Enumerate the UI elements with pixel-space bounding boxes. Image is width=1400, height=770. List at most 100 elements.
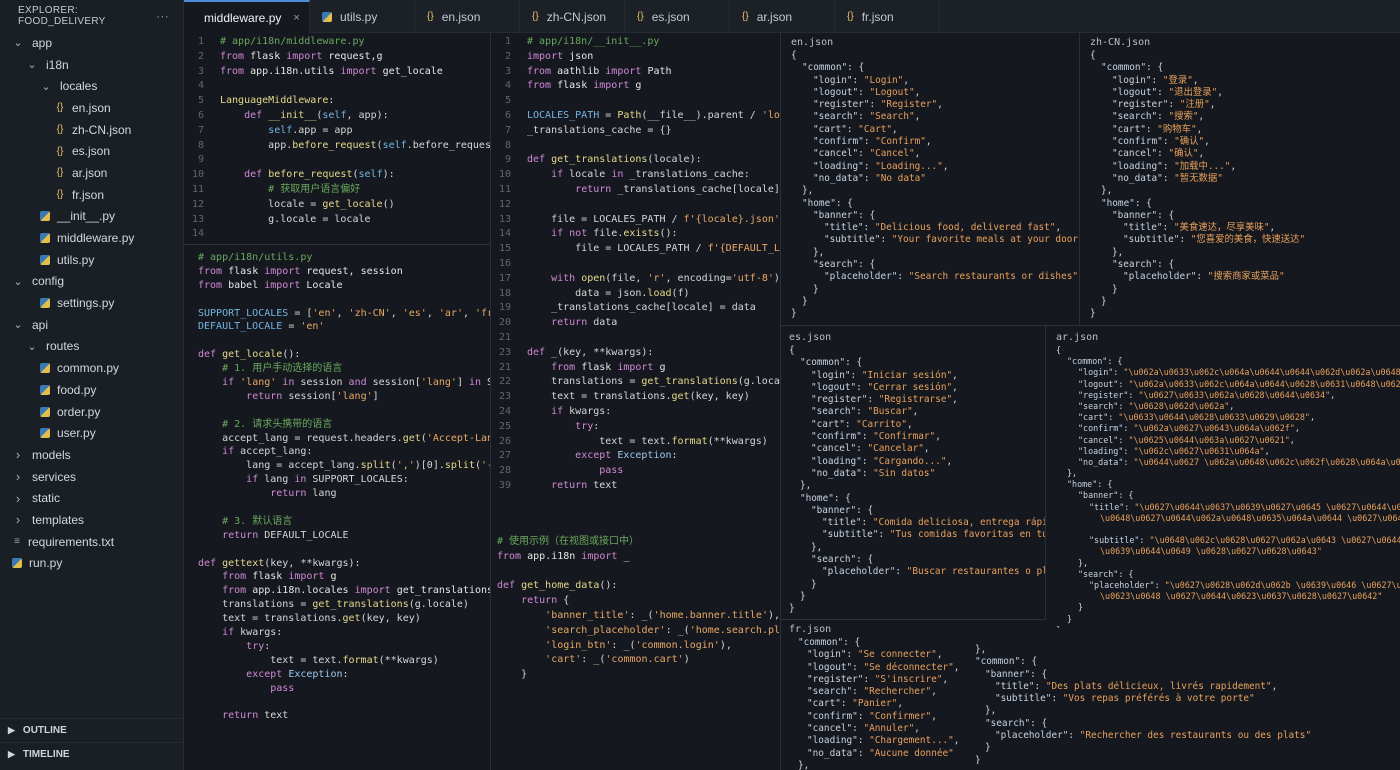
code-text: }	[1056, 625, 1061, 628]
code-token: "Search restaurants or dishes"	[908, 271, 1078, 283]
tab-5[interactable]: {} ar.json	[730, 0, 835, 33]
tree-item[interactable]: settings.py	[0, 292, 183, 314]
tree-item[interactable]: ⌄ api	[0, 314, 183, 336]
tree-item[interactable]: {} ar.json	[0, 162, 183, 184]
code-token: ()	[382, 198, 395, 210]
code-text: },	[789, 480, 811, 492]
code-text: "register": "S'inscrire",	[789, 674, 948, 686]
fr-json-editor[interactable]: fr.json "common": {"login": "Se connecte…	[781, 620, 971, 770]
tree-item[interactable]: ⌄ i18n	[0, 54, 183, 76]
tree-item[interactable]: {} zh-CN.json	[0, 119, 183, 141]
code-text: 'banner_title': _('home.banner.title'),	[497, 609, 780, 624]
tree-item[interactable]: run.py	[0, 553, 183, 575]
tree-item[interactable]: › services	[0, 466, 183, 488]
tree-item-label: settings.py	[57, 296, 115, 311]
code-token: : {	[1146, 62, 1164, 74]
tree-item[interactable]: ⌄ routes	[0, 336, 183, 358]
code-token: "\u062a\u0633\u062c\u064a\u0644\u0628\u0…	[1128, 378, 1400, 389]
code-text: import json	[527, 50, 593, 65]
code-line: \u0623\u0648 \u0627\u0644\u0623\u0637\u0…	[1056, 591, 1400, 602]
code-token: ,	[892, 123, 898, 135]
tree-item[interactable]: › models	[0, 444, 183, 466]
code-token: "logout"	[813, 86, 859, 98]
code-token: \u0639\u0644\u0649 \u0628\u0627\u0628\u0…	[1100, 546, 1322, 557]
tab-3[interactable]: {} zh-CN.json	[520, 0, 625, 33]
code-line: translations = get_translations(g.locale…	[198, 598, 490, 612]
fr-json-continued[interactable]: }, "common": {"banner": {"title": "Des pl…	[975, 644, 1395, 764]
tree-item-label: en.json	[72, 100, 111, 115]
tree-item[interactable]: __init__.py	[0, 206, 183, 228]
utils-editor[interactable]: # app/i18n/utils.py from flask import req…	[184, 251, 490, 751]
code-token: :	[869, 99, 881, 111]
tab-6[interactable]: {} fr.json	[835, 0, 940, 33]
code-token: g	[659, 361, 666, 373]
code-token: ,	[952, 381, 958, 393]
code-token: :	[1168, 99, 1180, 111]
fr-json-code-right: }, "common": {"banner": {"title": "Des pl…	[975, 644, 1395, 764]
tree-item[interactable]: {} es.json	[0, 140, 183, 162]
tree-item[interactable]: utils.py	[0, 249, 183, 271]
code-token: import	[340, 65, 383, 77]
tree-item[interactable]: {} en.json	[0, 97, 183, 119]
init-editor[interactable]: 1 # app/i18n/__init__.py 2 import json 3 from…	[491, 33, 780, 518]
python-file-icon	[40, 298, 50, 309]
code-token: "Cart"	[858, 123, 893, 135]
code-token: self	[358, 169, 383, 181]
ar-json-editor[interactable]: ar.json {"common": {"login": "\u062a\u06…	[1046, 328, 1400, 628]
code-line: 10 if locale in _translations_cache:	[491, 168, 780, 183]
code-text: \u0648\u0627\u0644\u062a\u0648\u0635\u06…	[1056, 513, 1400, 524]
tree-item[interactable]: ⌄ app	[0, 32, 183, 54]
es-json-editor[interactable]: es.json {"common": {"login": "Iniciar se…	[781, 328, 1045, 618]
tab-0[interactable]: middleware.py ×	[184, 0, 310, 33]
python-file-icon	[40, 406, 50, 417]
code-text: "search": {	[975, 718, 1047, 730]
tab-4[interactable]: {} es.json	[625, 0, 730, 33]
tree-item[interactable]: food.py	[0, 379, 183, 401]
tree-item[interactable]: ⌄ locales	[0, 75, 183, 97]
tab-1[interactable]: utils.py	[310, 0, 415, 33]
code-token: "\u0625\u0644\u063a\u0627\u0621"	[1128, 434, 1290, 445]
code-token: except	[246, 668, 289, 680]
more-actions-icon[interactable]: ···	[156, 9, 169, 23]
outline-section[interactable]: ▶ OUTLINE	[0, 718, 184, 742]
code-token: def	[198, 349, 223, 361]
tree-item[interactable]: middleware.py	[0, 227, 183, 249]
code-token: app.i18n.locales	[252, 585, 355, 597]
line-number: 12	[498, 198, 511, 210]
code-line: return session['lang']	[198, 390, 490, 404]
tree-item[interactable]: user.py	[0, 422, 183, 444]
tree-item[interactable]: order.py	[0, 401, 183, 423]
tree-item[interactable]: common.py	[0, 357, 183, 379]
code-token: split	[360, 460, 391, 472]
code-text: from flask import request, session	[198, 265, 403, 279]
code-text: "login": "Iniciar sesión",	[789, 370, 958, 382]
zh-json-editor[interactable]: zh-CN.json {"common": {"login": "登录", "lo…	[1080, 33, 1400, 323]
code-token: : {	[1107, 356, 1123, 367]
code-line: }	[975, 742, 1395, 754]
usage-editor[interactable]: # 使用示例（在视图或接口中） from app.i18n import _ def…	[491, 535, 780, 765]
code-text: "common": {	[789, 357, 862, 369]
tree-item-label: common.py	[57, 361, 120, 376]
tab-2[interactable]: {} en.json	[415, 0, 520, 33]
tree-item[interactable]: › templates	[0, 509, 183, 531]
timeline-section[interactable]: ▶ TIMELINE	[0, 742, 184, 766]
code-text: },	[975, 705, 996, 717]
code-line: # 使用示例（在视图或接口中）	[497, 535, 780, 550]
tree-item[interactable]: ⌄ config	[0, 271, 183, 293]
code-token: "banner"	[1078, 490, 1119, 501]
close-icon[interactable]: ×	[293, 12, 299, 24]
code-token: :	[1123, 445, 1134, 456]
code-token: if	[551, 405, 570, 417]
code-token: : {	[856, 504, 874, 516]
python-file-icon	[40, 363, 50, 374]
tree-item[interactable]: ≡ requirements.txt	[0, 531, 183, 553]
middleware-editor[interactable]: 1 # app/i18n/middleware.py 2 from flask imp…	[184, 33, 490, 243]
code-line: if kwargs:	[198, 626, 490, 640]
timeline-label: TIMELINE	[22, 749, 70, 760]
en-json-editor[interactable]: en.json {"common": {"login": "Login", "lo…	[781, 33, 1079, 323]
tree-item[interactable]: {} fr.json	[0, 184, 183, 206]
tree-item[interactable]: › static	[0, 487, 183, 509]
code-text: 'cart': _('common.cart')	[497, 653, 690, 668]
